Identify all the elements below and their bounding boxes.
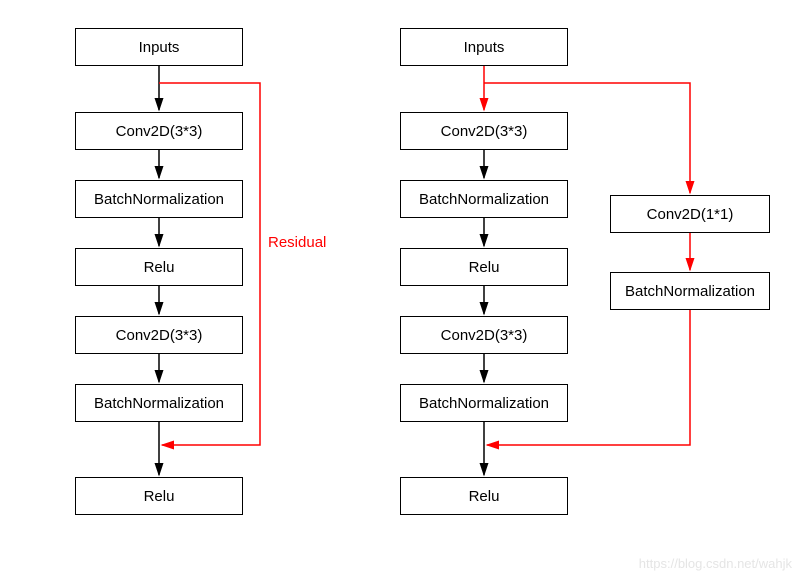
right-shortcut-in-path — [484, 83, 690, 193]
right-shortcut-out-path — [487, 310, 690, 445]
diagram-canvas: Inputs Conv2D(3*3) BatchNormalization Re… — [0, 0, 800, 577]
arrows-svg — [0, 0, 800, 577]
left-residual-path — [159, 83, 260, 445]
watermark: https://blog.csdn.net/wahjk — [639, 556, 792, 571]
